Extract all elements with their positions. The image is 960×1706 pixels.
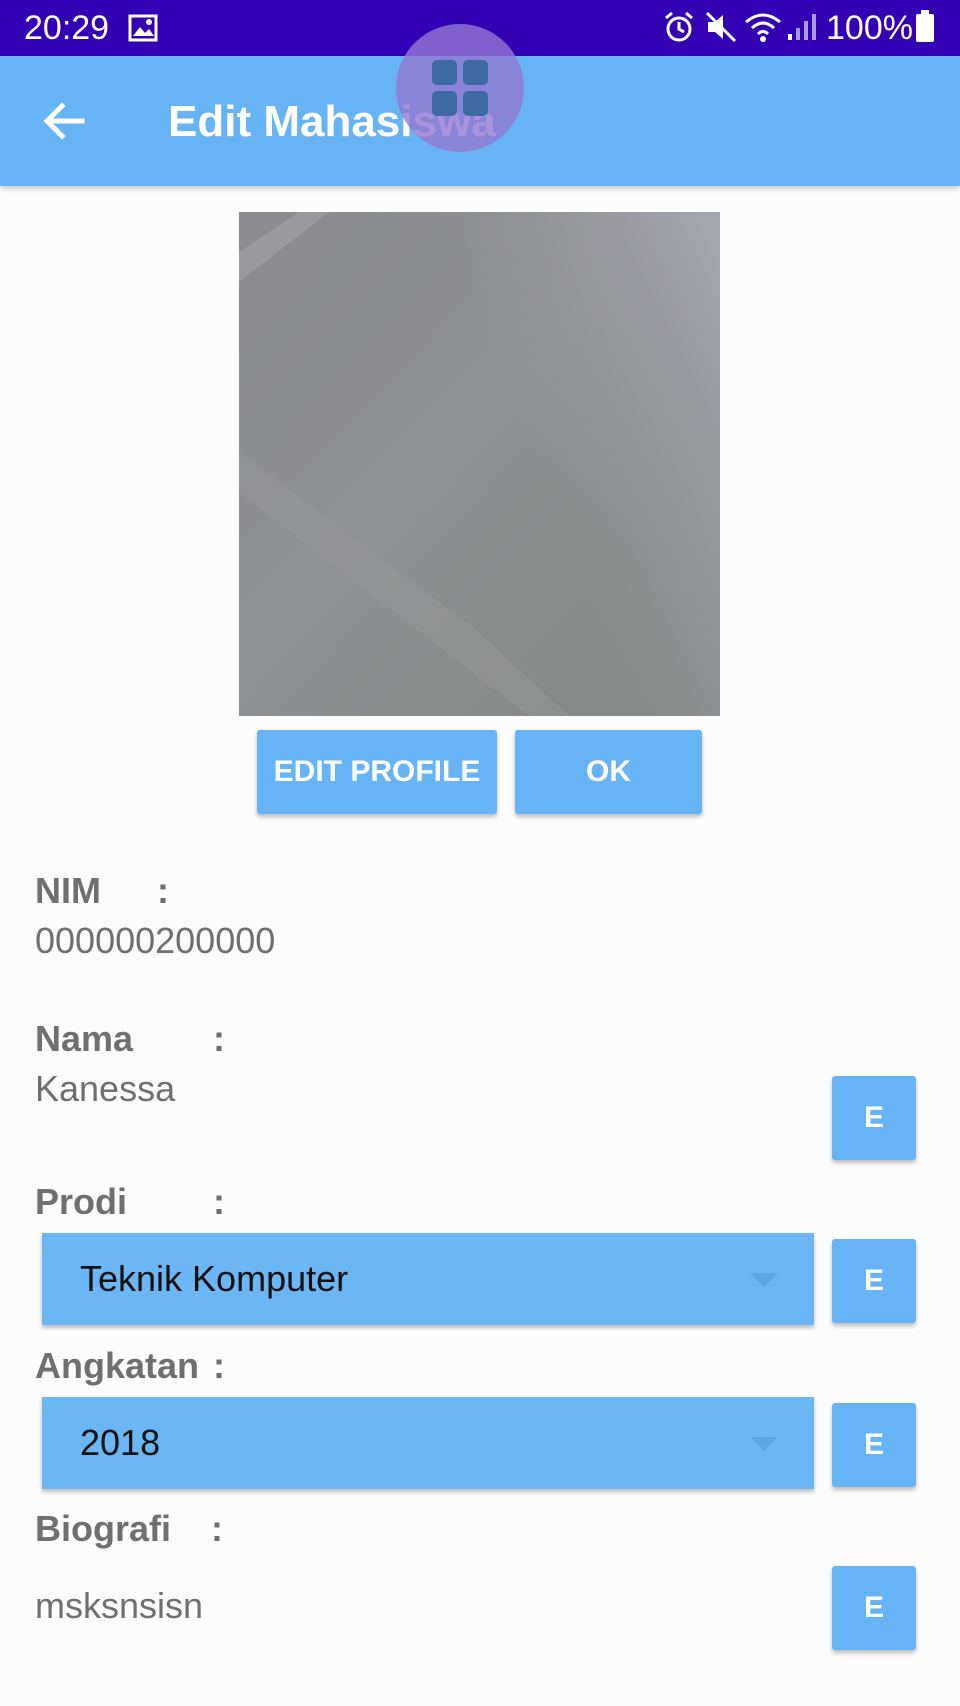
nama-colon: : bbox=[213, 1018, 225, 1059]
battery-icon bbox=[916, 10, 934, 42]
mute-icon bbox=[705, 11, 737, 43]
grid-icon bbox=[432, 60, 488, 116]
biografi-colon: : bbox=[211, 1508, 223, 1549]
nim-value: 000000200000 bbox=[35, 920, 276, 961]
floating-app-switcher[interactable] bbox=[396, 24, 524, 152]
prodi-dropdown[interactable]: Teknik Komputer bbox=[42, 1233, 814, 1325]
arrow-left-icon bbox=[43, 102, 85, 140]
edit-profile-button[interactable]: EDIT PROFILE bbox=[257, 730, 497, 814]
back-button[interactable] bbox=[30, 86, 100, 156]
chevron-down-icon bbox=[750, 1273, 778, 1287]
edit-angkatan-button[interactable]: E bbox=[832, 1403, 916, 1487]
wifi-icon bbox=[745, 13, 781, 42]
nim-label: NIM bbox=[35, 870, 101, 911]
edit-prodi-button[interactable]: E bbox=[832, 1239, 916, 1323]
nim-colon: : bbox=[157, 870, 169, 911]
profile-photo bbox=[239, 212, 720, 716]
angkatan-selected: 2018 bbox=[80, 1422, 161, 1463]
ok-button[interactable]: OK bbox=[515, 730, 702, 814]
biografi-value: msksnsisn bbox=[35, 1585, 204, 1626]
biografi-label: Biografi bbox=[35, 1508, 172, 1549]
prodi-colon: : bbox=[213, 1181, 225, 1222]
edit-nama-button[interactable]: E bbox=[832, 1076, 916, 1160]
status-time: 20:29 bbox=[24, 9, 110, 47]
angkatan-colon: : bbox=[213, 1345, 225, 1386]
angkatan-dropdown[interactable]: 2018 bbox=[42, 1397, 814, 1489]
nama-value: Kanessa bbox=[35, 1068, 176, 1109]
angkatan-label: Angkatan bbox=[35, 1345, 200, 1386]
alarm-icon bbox=[665, 11, 693, 42]
nama-label: Nama bbox=[35, 1018, 134, 1059]
prodi-selected: Teknik Komputer bbox=[80, 1258, 349, 1299]
battery-percent: 100% bbox=[826, 9, 913, 47]
prodi-label: Prodi bbox=[35, 1181, 128, 1222]
signal-icon bbox=[788, 14, 816, 40]
image-icon bbox=[128, 14, 158, 42]
chevron-down-icon bbox=[750, 1437, 778, 1451]
edit-biografi-button[interactable]: E bbox=[832, 1566, 916, 1650]
